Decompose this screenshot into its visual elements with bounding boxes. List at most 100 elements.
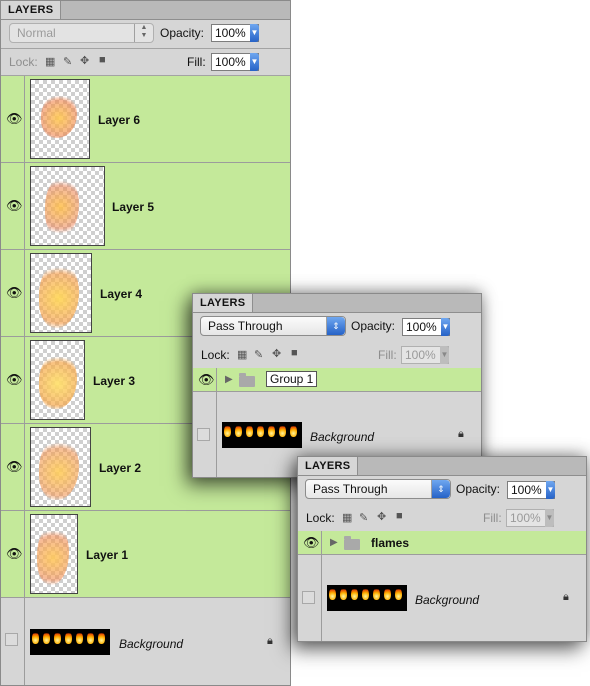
- layer-thumbnail: [30, 253, 92, 333]
- layer-row-6[interactable]: 👁 Layer 6: [1, 76, 290, 163]
- layer-row-5[interactable]: 👁 Layer 5: [1, 163, 290, 250]
- blend-row: Normal ▲ ▼ Opacity: 100% ▼: [1, 20, 290, 48]
- lock-paint-icon[interactable]: ✎: [359, 511, 368, 524]
- folder-icon: [344, 536, 360, 550]
- blend-stepper-icon: ⇕: [326, 317, 345, 335]
- blend-stepper-icon: ⇕: [431, 480, 450, 498]
- lock-transparent-icon[interactable]: ▦: [45, 55, 55, 68]
- group-name-input[interactable]: Group 1: [266, 371, 318, 387]
- flame-image: [39, 353, 77, 409]
- tab-bar: LAYERS: [1, 1, 290, 20]
- visibility-column: 👁: [1, 250, 25, 336]
- flame-image: [39, 438, 79, 500]
- layer-thumbnail: [30, 514, 78, 594]
- blend-stepper-icon: ▲ ▼: [134, 24, 153, 42]
- fill-label: Fill:: [483, 511, 502, 525]
- layer-name: Background: [415, 593, 480, 607]
- opacity-input[interactable]: 100% ▼: [211, 24, 259, 42]
- disclosure-triangle-icon[interactable]: ▶: [225, 374, 233, 385]
- tab-layers[interactable]: LAYERS: [193, 294, 254, 312]
- layer-name: Layer 4: [100, 287, 143, 301]
- lock-paint-icon[interactable]: ✎: [254, 348, 263, 361]
- eye-icon[interactable]: 👁: [6, 199, 23, 212]
- lock-transparent-icon[interactable]: ▦: [237, 348, 247, 361]
- visibility-column: 👁: [1, 163, 25, 249]
- opacity-dropdown-icon[interactable]: ▼: [546, 481, 555, 499]
- visibility-toggle-empty[interactable]: [302, 591, 315, 604]
- layer-thumbnail: [30, 79, 90, 159]
- padlock-icon: 🔒︎: [267, 635, 273, 647]
- blend-mode-select[interactable]: Normal ▲ ▼: [9, 23, 154, 43]
- fill-dropdown-icon: ▼: [440, 346, 449, 364]
- eye-icon[interactable]: 👁: [6, 373, 23, 386]
- layer-name: Layer 5: [112, 200, 155, 214]
- eye-icon[interactable]: 👁: [6, 286, 23, 299]
- eye-icon[interactable]: 👁: [6, 460, 23, 473]
- lock-all-icon[interactable]: ■: [291, 347, 298, 359]
- eye-icon[interactable]: 👁: [303, 536, 320, 549]
- opacity-label: Opacity:: [351, 319, 396, 333]
- visibility-column: [193, 392, 217, 477]
- lock-all-icon[interactable]: ■: [396, 510, 403, 522]
- lock-move-icon[interactable]: ✥: [80, 54, 89, 67]
- tab-bar: LAYERS: [193, 294, 481, 313]
- folder-icon: [239, 373, 255, 387]
- lock-label: Lock:: [9, 55, 38, 69]
- tab-layers[interactable]: LAYERS: [1, 1, 62, 19]
- lock-row: Lock: ▦ ✎ ✥ ■ Fill: 100% ▼: [193, 342, 481, 367]
- disclosure-triangle-icon[interactable]: ▶: [330, 537, 338, 548]
- layer-thumbnail: [30, 340, 85, 420]
- padlock-icon: 🔒︎: [458, 428, 464, 440]
- eye-icon[interactable]: 👁: [198, 373, 215, 386]
- flame-image: [41, 94, 77, 138]
- lock-transparent-icon[interactable]: ▦: [342, 511, 352, 524]
- visibility-toggle-empty[interactable]: [5, 633, 18, 646]
- lock-label: Lock:: [306, 511, 335, 525]
- fill-dropdown-icon: ▼: [545, 509, 554, 527]
- tab-bar: LAYERS: [298, 457, 586, 476]
- visibility-column: 👁: [298, 531, 322, 554]
- eye-icon[interactable]: 👁: [6, 112, 23, 125]
- fill-input[interactable]: 100% ▼: [211, 53, 259, 71]
- opacity-input[interactable]: 100% ▼: [507, 481, 555, 499]
- opacity-dropdown-icon[interactable]: ▼: [250, 24, 259, 42]
- opacity-label: Opacity:: [160, 26, 205, 40]
- opacity-input[interactable]: 100% ▼: [402, 318, 450, 336]
- visibility-column: [298, 555, 322, 641]
- layer-name: Layer 6: [98, 113, 141, 127]
- visibility-toggle-empty[interactable]: [197, 428, 210, 441]
- visibility-column: 👁: [1, 511, 25, 597]
- opacity-value: 100%: [511, 483, 542, 497]
- lock-all-icon[interactable]: ■: [99, 54, 106, 66]
- layer-name: Layer 2: [99, 461, 142, 475]
- fill-value: 100%: [510, 511, 541, 525]
- opacity-dropdown-icon[interactable]: ▼: [441, 318, 450, 336]
- blend-row: Pass Through ⇕ Opacity: 100% ▼: [298, 476, 586, 504]
- tab-layers[interactable]: LAYERS: [298, 457, 359, 475]
- opacity-value: 100%: [406, 320, 437, 334]
- layer-name: Layer 1: [86, 548, 129, 562]
- layer-thumbnail: [30, 166, 105, 246]
- fill-value: 100%: [405, 348, 436, 362]
- blend-mode-select[interactable]: Pass Through ⇕: [200, 316, 346, 336]
- eye-icon[interactable]: 👁: [6, 547, 23, 560]
- layer-name: Layer 3: [93, 374, 136, 388]
- blend-mode-value: Pass Through: [313, 482, 388, 496]
- lock-row: Lock: ▦ ✎ ✥ ■ Fill: 100% ▼: [298, 505, 586, 530]
- background-thumbnail: [327, 585, 407, 611]
- lock-paint-icon[interactable]: ✎: [63, 55, 72, 68]
- group-row[interactable]: 👁 ▶ flames: [298, 531, 586, 555]
- fill-dropdown-icon[interactable]: ▼: [250, 53, 259, 71]
- group-name: flames: [371, 536, 410, 550]
- opacity-value: 100%: [215, 26, 246, 40]
- lock-move-icon[interactable]: ✥: [377, 510, 386, 523]
- background-thumbnail: [222, 422, 302, 448]
- lock-move-icon[interactable]: ✥: [272, 347, 281, 360]
- visibility-column: 👁: [1, 76, 25, 162]
- layer-row-background[interactable]: Background 🔒︎: [1, 598, 290, 685]
- lock-label: Lock:: [201, 348, 230, 362]
- layer-row-1[interactable]: 👁 Layer 1: [1, 511, 290, 598]
- group-row[interactable]: 👁 ▶ Group 1: [193, 368, 481, 392]
- blend-mode-select[interactable]: Pass Through ⇕: [305, 479, 451, 499]
- layer-row-background[interactable]: Background 🔒︎: [298, 555, 586, 641]
